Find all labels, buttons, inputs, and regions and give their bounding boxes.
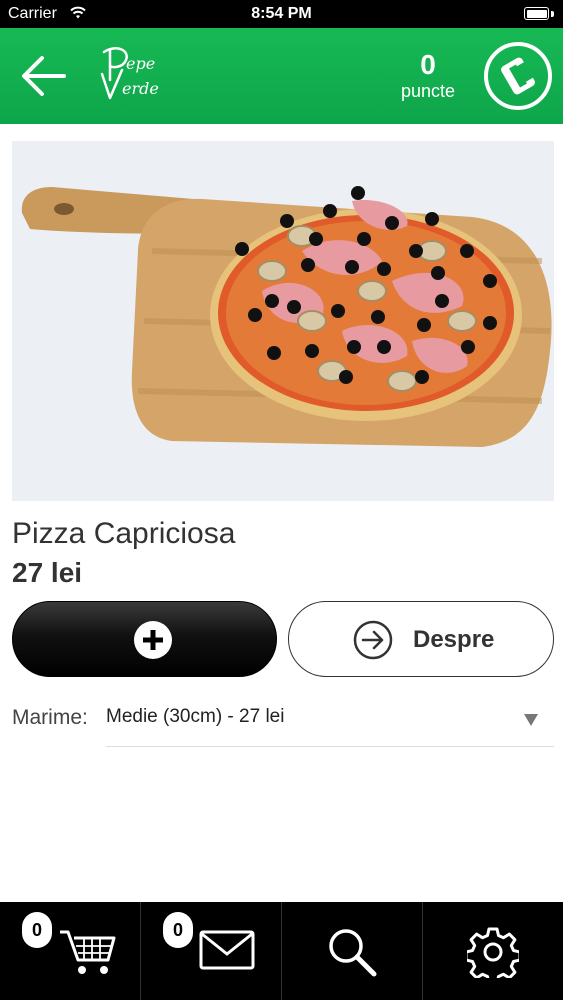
points-value: 0 — [420, 49, 436, 80]
phone-icon — [501, 57, 535, 95]
product-image — [12, 141, 554, 501]
add-to-cart-button[interactable] — [12, 601, 277, 677]
product-name: Pizza Capriciosa — [12, 517, 236, 550]
cart-icon — [60, 930, 116, 974]
about-button[interactable]: Despre — [288, 601, 554, 677]
svg-text:erde: erde — [122, 79, 159, 98]
tab-messages[interactable]: 0 — [141, 902, 281, 1000]
app-header: epe erde 0 puncte — [0, 28, 563, 124]
status-time: 8:54 PM — [251, 5, 312, 22]
search-icon — [329, 929, 377, 977]
battery-icon — [524, 7, 549, 20]
mail-icon — [199, 930, 255, 970]
points-label: puncte — [400, 81, 456, 101]
cart-badge: 0 — [22, 912, 52, 948]
tab-search[interactable] — [282, 902, 422, 1000]
about-label: Despre — [413, 626, 495, 653]
tab-bar: 0 0 — [0, 902, 563, 1000]
size-value: Medie (30cm) - 27 lei — [106, 706, 285, 727]
pizza-photo — [12, 141, 554, 501]
arrow-right-circle-icon — [353, 620, 393, 660]
size-select[interactable]: Medie (30cm) - 27 lei — [106, 697, 554, 747]
status-bar: Carrier 8:54 PM — [0, 0, 563, 28]
pepe-verde-logo[interactable]: epe erde — [96, 44, 176, 108]
size-label: Marime: — [12, 706, 88, 729]
tab-settings[interactable] — [423, 902, 563, 1000]
call-button[interactable] — [484, 42, 552, 110]
points-counter: 0 puncte — [386, 50, 470, 102]
messages-badge: 0 — [163, 912, 193, 948]
svg-text:epe: epe — [126, 54, 155, 73]
product-price: 27 lei — [12, 557, 83, 588]
back-arrow-icon[interactable] — [16, 48, 72, 104]
gear-icon — [467, 927, 519, 978]
dropdown-arrow-icon — [524, 714, 538, 726]
battery-tip — [551, 11, 554, 17]
tab-cart[interactable]: 0 — [0, 902, 140, 1000]
plus-circle-icon — [134, 621, 172, 659]
